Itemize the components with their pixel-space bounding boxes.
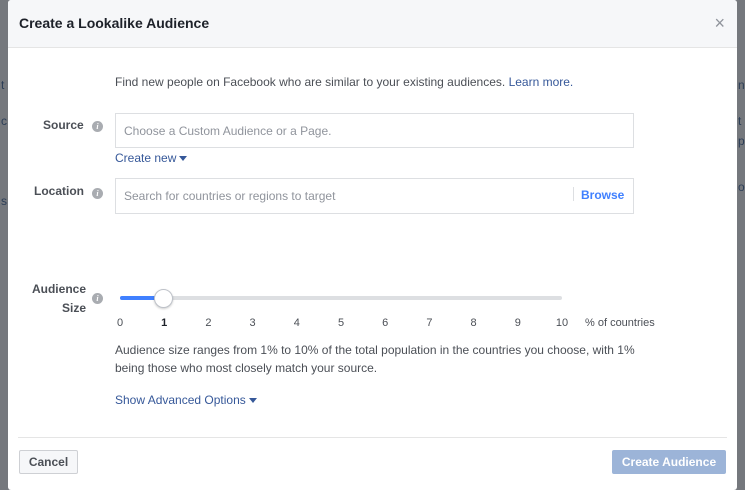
background-fragment: s xyxy=(1,194,7,208)
location-label: Location xyxy=(34,184,84,198)
slider-tick-label: 4 xyxy=(293,317,300,329)
audience-size-slider-track[interactable] xyxy=(120,296,562,300)
caret-down-icon xyxy=(179,156,188,162)
source-placeholder: Choose a Custom Audience or a Page. xyxy=(124,123,332,138)
slider-tick-label: 3 xyxy=(249,317,256,329)
slider-tick-label: 10 xyxy=(555,317,569,329)
location-search-input[interactable]: Search for countries or regions to targe… xyxy=(115,178,634,214)
background-right-edge xyxy=(737,0,745,490)
background-fragment: p xyxy=(738,134,745,148)
caret-down-icon xyxy=(248,398,257,404)
tick-unit-label: % of countries xyxy=(585,317,655,329)
create-audience-button[interactable]: Create Audience xyxy=(612,450,726,474)
intro-description: Find new people on Facebook who are simi… xyxy=(115,75,506,89)
source-label: Source xyxy=(43,118,84,132)
info-icon[interactable]: i xyxy=(92,121,103,132)
background-left-edge xyxy=(0,0,8,490)
slider-tick-label: 0 xyxy=(116,317,124,329)
info-icon[interactable]: i xyxy=(92,188,103,199)
location-placeholder: Search for countries or regions to targe… xyxy=(124,189,336,203)
browse-button[interactable]: Browse xyxy=(581,188,624,202)
footer-divider xyxy=(18,437,727,438)
background-fragment: o xyxy=(738,180,745,194)
dialog-title: Create a Lookalike Audience xyxy=(19,15,210,31)
lookalike-audience-dialog: Create a Lookalike Audience × Find new p… xyxy=(8,0,737,490)
source-input[interactable]: Choose a Custom Audience or a Page. xyxy=(115,113,634,148)
audience-size-label-line1: Audience xyxy=(31,282,86,296)
intro-text: Find new people on Facebook who are simi… xyxy=(115,75,573,89)
audience-size-help-text: Audience size ranges from 1% to 10% of t… xyxy=(115,343,635,375)
info-icon[interactable]: i xyxy=(92,293,103,304)
background-fragment: t xyxy=(1,78,5,92)
slider-tick-label: 7 xyxy=(426,317,433,329)
close-icon[interactable]: × xyxy=(714,14,725,32)
background-fragment: c xyxy=(1,114,7,128)
slider-tick-label: 5 xyxy=(337,317,345,329)
create-new-label: Create new xyxy=(115,151,177,165)
dialog-header: Create a Lookalike Audience × xyxy=(8,0,737,48)
slider-tick-label: 1 xyxy=(161,317,168,329)
slider-tick-label: 8 xyxy=(470,317,477,329)
input-divider xyxy=(573,187,574,201)
create-new-dropdown[interactable]: Create new xyxy=(115,151,188,165)
cancel-button[interactable]: Cancel xyxy=(19,450,78,474)
audience-size-label-line2: Size xyxy=(61,301,86,315)
show-advanced-options-toggle[interactable]: Show Advanced Options xyxy=(115,393,257,407)
slider-tick-label: 6 xyxy=(382,317,389,329)
audience-size-slider-handle[interactable] xyxy=(154,289,174,308)
background-fragment: t xyxy=(738,114,742,128)
audience-size-label: Audience Size xyxy=(30,282,86,315)
slider-tick-label: 2 xyxy=(205,317,212,329)
background-fragment: n xyxy=(738,78,745,92)
advanced-options-label: Show Advanced Options xyxy=(115,393,246,407)
slider-tick-label: 9 xyxy=(514,317,521,329)
learn-more-link[interactable]: Learn more. xyxy=(509,75,574,89)
